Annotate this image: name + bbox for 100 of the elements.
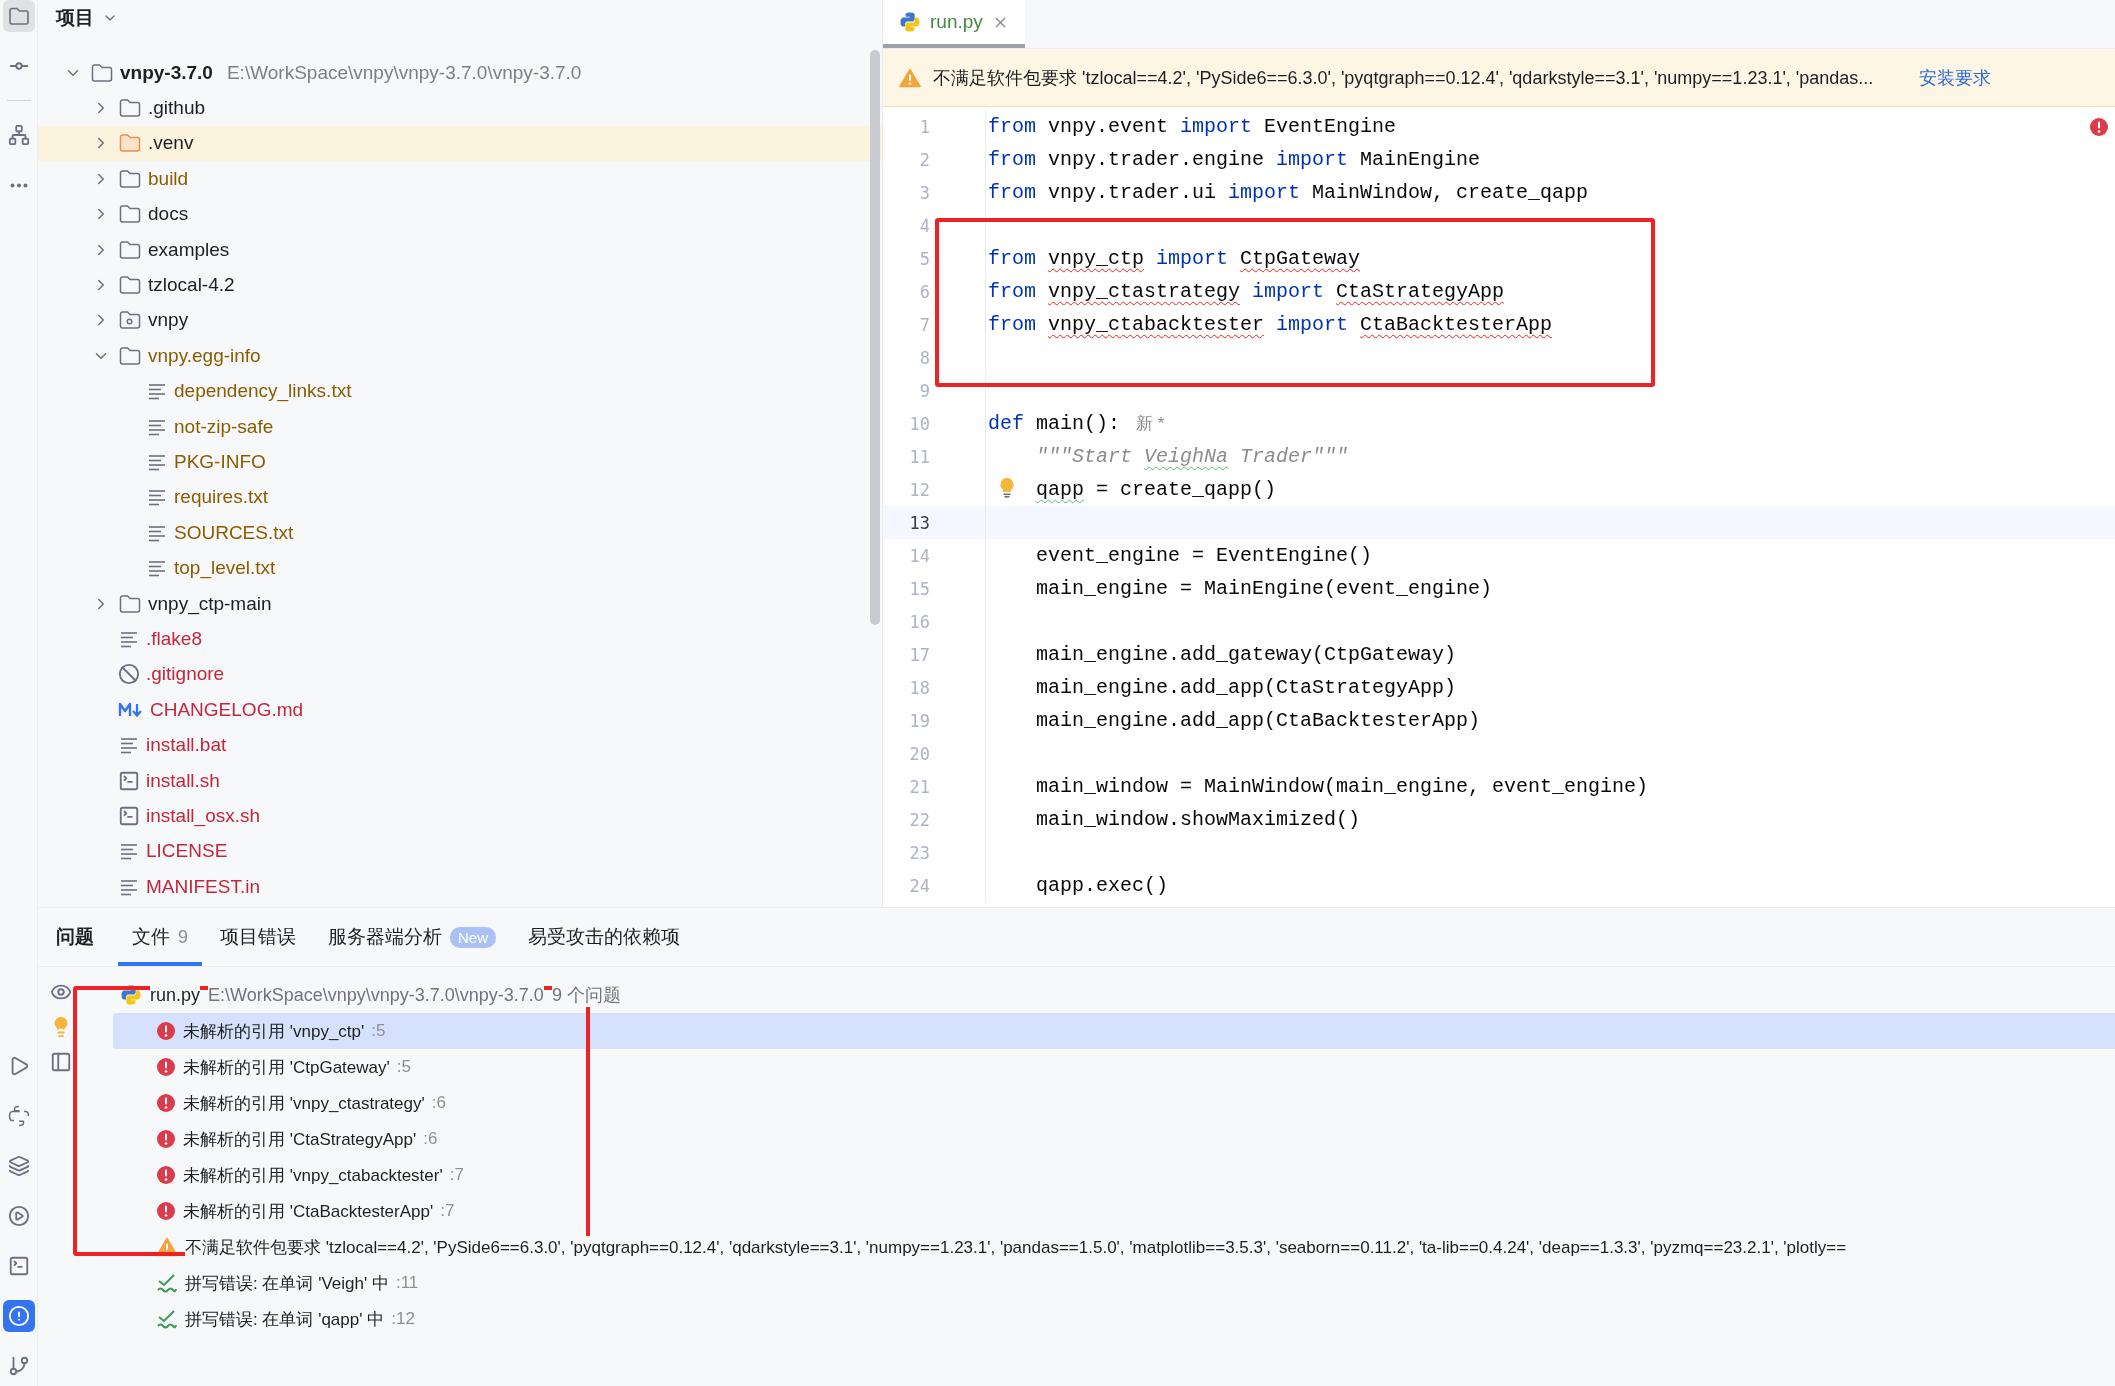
tree-item[interactable]: docs bbox=[148, 203, 189, 226]
tool-window-button[interactable] bbox=[2, 0, 35, 32]
tree-item[interactable]: dependency_links.txt bbox=[174, 380, 352, 403]
package-folder-icon bbox=[118, 309, 142, 332]
line-number: 8 bbox=[918, 347, 930, 368]
tree-item[interactable]: .github bbox=[148, 97, 206, 120]
code-line: from vnpy_ctp import CtpGateway bbox=[988, 247, 1361, 270]
tool-window-button[interactable] bbox=[2, 1300, 35, 1332]
folder-icon bbox=[118, 344, 142, 367]
line-number: 7 bbox=[918, 314, 930, 335]
code-line: """Start VeighNa Trader""" bbox=[1036, 445, 1349, 468]
tree-item[interactable]: CHANGELOG.md bbox=[150, 698, 304, 721]
folder-icon bbox=[118, 274, 142, 297]
tree-item[interactable]: SOURCES.txt bbox=[174, 521, 294, 544]
markdown-icon bbox=[118, 700, 144, 719]
line-number: 18 bbox=[908, 677, 930, 698]
panel-tab[interactable]: 易受攻击的依赖项 bbox=[514, 908, 695, 966]
tree-item[interactable]: install.sh bbox=[146, 769, 220, 792]
folder-icon bbox=[118, 97, 142, 120]
code-line: from vnpy.trader.engine import MainEngine bbox=[988, 148, 1481, 171]
code-line: main_engine.add_app(CtaBacktesterApp) bbox=[1036, 709, 1481, 732]
text-file-icon bbox=[146, 452, 168, 472]
problem-location: :7 bbox=[449, 1165, 464, 1185]
error-icon bbox=[156, 1129, 176, 1149]
tree-item[interactable]: vnpy_ctp-main bbox=[148, 592, 272, 615]
preview-panel-icon[interactable] bbox=[49, 1051, 72, 1073]
panel-tab[interactable]: 服务器端分析 New bbox=[314, 908, 511, 966]
line-number: 10 bbox=[908, 413, 930, 434]
problem-location: :6 bbox=[423, 1129, 438, 1149]
line-number: 14 bbox=[908, 545, 930, 566]
tree-item[interactable]: .gitignore bbox=[146, 663, 225, 686]
tree-row-highlight[interactable]: .venv bbox=[38, 125, 882, 162]
git-icon bbox=[7, 1355, 30, 1377]
line-number: 17 bbox=[908, 644, 930, 665]
tree-item[interactable]: MANIFEST.in bbox=[146, 875, 261, 898]
panel-title[interactable]: 项目 bbox=[56, 5, 94, 31]
install-link[interactable]: 安装要求 bbox=[1919, 65, 1992, 90]
problem-location: :11 bbox=[395, 1273, 419, 1293]
folder-icon bbox=[118, 132, 142, 155]
tree-item[interactable]: .flake8 bbox=[146, 627, 202, 650]
line-number: 22 bbox=[908, 809, 930, 830]
scrollbar[interactable] bbox=[870, 50, 880, 625]
folder-icon bbox=[118, 167, 142, 190]
tree-item[interactable]: not-zip-safe bbox=[174, 415, 274, 438]
error-icon bbox=[156, 1093, 176, 1113]
code-line: from vnpy_ctastrategy import CtaStrategyApp bbox=[988, 280, 1505, 303]
line-number: 23 bbox=[908, 842, 930, 863]
code-line: main_engine = MainEngine(event_engine) bbox=[1036, 577, 1493, 600]
code-line: event_engine = EventEngine() bbox=[1036, 544, 1373, 567]
tree-item[interactable]: top_level.txt bbox=[174, 557, 276, 580]
text-file-icon bbox=[146, 487, 168, 508]
line-number: 21 bbox=[908, 776, 930, 797]
tree-item[interactable]: install.bat bbox=[146, 734, 227, 757]
text-file-icon bbox=[146, 381, 168, 402]
error-indicator-icon bbox=[2089, 117, 2109, 137]
tree-item[interactable]: LICENSE bbox=[146, 840, 228, 863]
tree-item[interactable]: requires.txt bbox=[174, 486, 268, 509]
shell-script-icon bbox=[118, 769, 140, 792]
line-number: 1 bbox=[918, 116, 930, 137]
layers-icon bbox=[7, 1155, 30, 1177]
line-number: 19 bbox=[908, 710, 930, 731]
tree-item[interactable]: vnpy.egg-info bbox=[148, 344, 261, 367]
panel-tab[interactable]: 文件 9 bbox=[118, 908, 202, 966]
line-number: 11 bbox=[908, 446, 930, 467]
tree-item[interactable]: examples bbox=[148, 238, 230, 261]
line-number: 4 bbox=[918, 215, 930, 236]
line-number: 5 bbox=[918, 248, 930, 269]
ignore-file-icon bbox=[118, 663, 140, 686]
more-icon bbox=[9, 182, 28, 188]
editor-tab[interactable]: run.py bbox=[883, 0, 1025, 48]
code-line: from vnpy.event import EventEngine bbox=[988, 115, 1397, 138]
problem-count: 9 个问题 bbox=[551, 983, 621, 1007]
tree-item[interactable]: PKG-INFO bbox=[174, 451, 266, 473]
line-number: 2 bbox=[918, 149, 930, 170]
spellcheck-icon bbox=[156, 1273, 178, 1293]
line-number: 12 bbox=[908, 479, 930, 500]
tree-item[interactable]: build bbox=[148, 167, 189, 190]
selected-problem-row[interactable]: 未解析的引用 'vnpy_ctp' :5 bbox=[113, 1013, 2115, 1049]
line-number: 13 bbox=[908, 512, 930, 533]
tree-item[interactable]: .venv bbox=[148, 132, 194, 155]
tree-item[interactable]: tzlocal-4.2 bbox=[148, 274, 235, 297]
tree-item[interactable]: install_osx.sh bbox=[146, 804, 261, 827]
services-icon bbox=[7, 1205, 30, 1227]
error-icon bbox=[156, 1057, 176, 1077]
panel-tab[interactable]: 项目错误 bbox=[206, 908, 310, 966]
tab-count: 9 bbox=[178, 926, 188, 948]
folder-icon bbox=[90, 61, 114, 84]
file-name[interactable]: run.py bbox=[150, 984, 201, 1006]
tree-item[interactable]: vnpy-3.7.0 bbox=[120, 61, 213, 84]
problem-text[interactable]: 不满足软件包要求 'tzlocal==4.2', 'PySide6==6.3.0', 'pyqtgraph==0.12.4', 'qdarkstyle==3.1', 'numpy==1.23.1', 'pandas==1.5.0', 'matplotlib==3.5.3', 'seaborn==0.11.2', 'ta-lib==0.4.24', 'deap==1.3.3', 'pyzmq==23.2.1', 'plotly== bbox=[185, 1235, 1847, 1259]
code-line: main_window = MainWindow(main_engine, event_engine) bbox=[1036, 775, 1649, 798]
code-line: qapp = create_qapp() bbox=[1036, 478, 1277, 501]
line-number: 20 bbox=[908, 743, 930, 764]
tree-item[interactable]: vnpy bbox=[148, 309, 189, 332]
problem-location: :5 bbox=[371, 1021, 386, 1041]
lightbulb-icon bbox=[999, 477, 1015, 499]
folder-icon bbox=[118, 592, 142, 615]
python-console-icon bbox=[7, 1105, 30, 1127]
line-number: 16 bbox=[908, 611, 930, 632]
file-path: E:\WorkSpace\vnpy\vnpy-3.7.0\vnpy-3.7.0 bbox=[208, 984, 544, 1006]
